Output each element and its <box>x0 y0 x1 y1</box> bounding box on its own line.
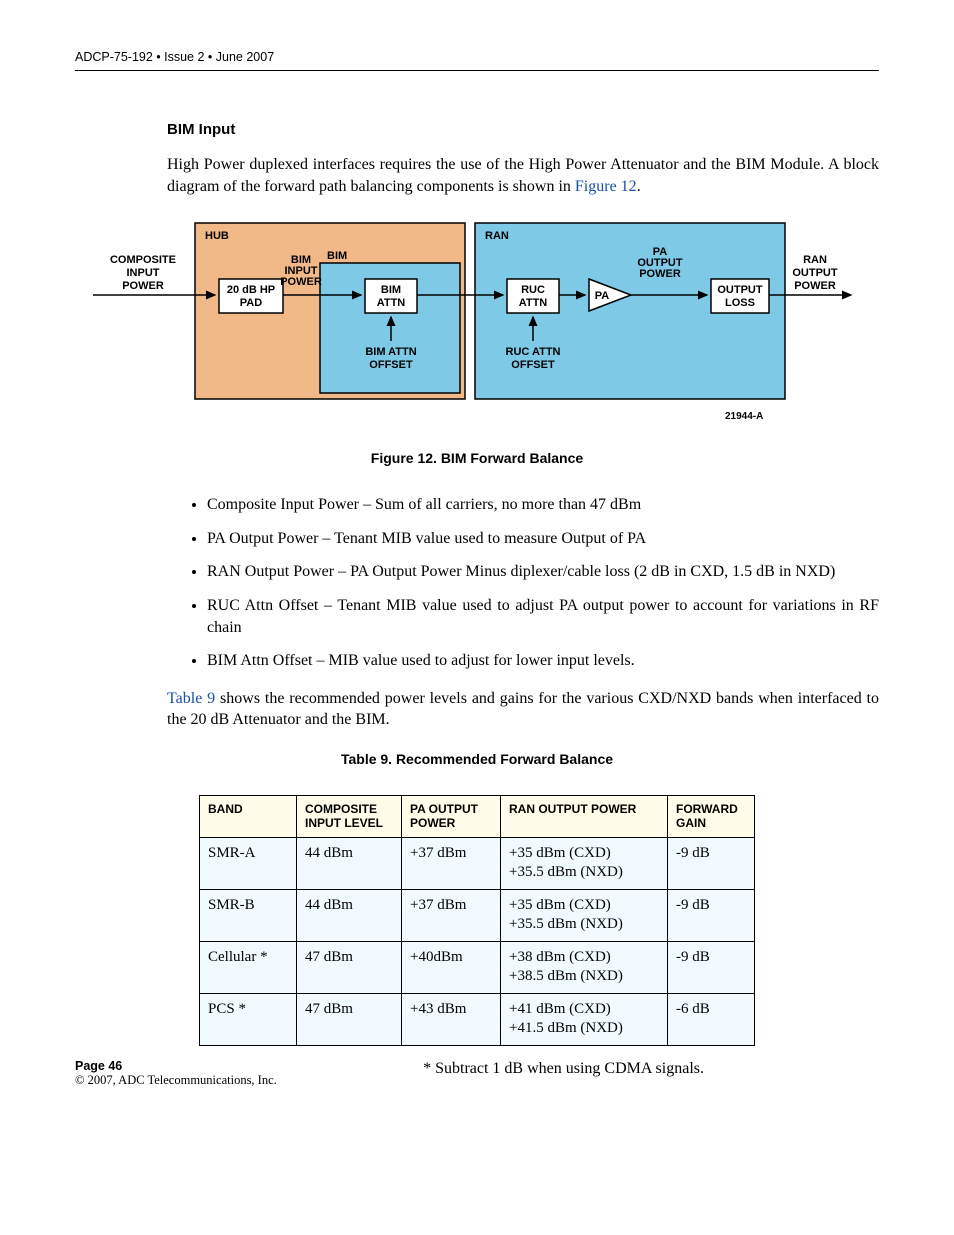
th-band: BAND <box>200 795 297 837</box>
label-ran: RAN <box>485 230 509 242</box>
table-cell: +37 dBm <box>402 837 501 889</box>
table-cell: +38 dBm (CXD)+38.5 dBm (NXD) <box>501 941 668 993</box>
th-composite: COMPOSITE INPUT LEVEL <box>297 795 402 837</box>
label-out-loss1: OUTPUT <box>717 284 763 296</box>
th-pa-output: PA OUTPUT POWER <box>402 795 501 837</box>
label-pad1: 20 dB HP <box>227 284 275 296</box>
list-item: Composite Input Power – Sum of all carri… <box>207 494 879 516</box>
table-cell: +37 dBm <box>402 889 501 941</box>
label-bim-input3: POWER <box>280 276 322 288</box>
table-row: PCS *47 dBm+43 dBm+41 dBm (CXD)+41.5 dBm… <box>200 993 755 1045</box>
intro-text-after: . <box>637 178 641 195</box>
th-ran-output: RAN OUTPUT POWER <box>501 795 668 837</box>
table-cell: -6 dB <box>668 993 755 1045</box>
running-header: ADCP-75-192 • Issue 2 • June 2007 <box>75 50 879 71</box>
table-cell: 47 dBm <box>297 993 402 1045</box>
table-cell: -9 dB <box>668 941 755 993</box>
link-figure-12[interactable]: Figure 12 <box>575 178 637 195</box>
table-caption: Table 9. Recommended Forward Balance <box>75 751 879 767</box>
label-power: POWER <box>122 280 164 292</box>
label-pa: PA <box>595 290 610 302</box>
table-recommended-forward-balance: BAND COMPOSITE INPUT LEVEL PA OUTPUT POW… <box>199 795 755 1046</box>
label-hub: HUB <box>205 230 229 242</box>
intro-text-before: High Power duplexed interfaces requires … <box>167 156 879 195</box>
table-row: SMR-A44 dBm+37 dBm+35 dBm (CXD)+35.5 dBm… <box>200 837 755 889</box>
list-item: BIM Attn Offset – MIB value used to adju… <box>207 650 879 672</box>
label-ran-out2: OUTPUT <box>792 267 838 279</box>
table-cell: 44 dBm <box>297 837 402 889</box>
table-cell: +35 dBm (CXD)+35.5 dBm (NXD) <box>501 889 668 941</box>
label-ruc-off1: RUC ATTN <box>506 346 561 358</box>
table-cell: SMR-B <box>200 889 297 941</box>
page-footer: Page 46 © 2007, ADC Telecommunications, … <box>75 1059 277 1088</box>
label-ruc-attn1: RUC <box>521 284 545 296</box>
table-cell: -9 dB <box>668 837 755 889</box>
link-table-9[interactable]: Table 9 <box>167 690 215 707</box>
label-out-loss2: LOSS <box>725 297 755 309</box>
label-ran-out1: RAN <box>803 254 827 266</box>
intro-paragraph: High Power duplexed interfaces requires … <box>167 154 879 197</box>
list-item: PA Output Power – Tenant MIB value used … <box>207 528 879 550</box>
para-table-intro: Table 9 shows the recommended power leve… <box>167 688 879 731</box>
para2-text: shows the recommended power levels and g… <box>167 690 879 729</box>
label-composite: COMPOSITE <box>110 254 176 266</box>
bullet-list: Composite Input Power – Sum of all carri… <box>167 494 879 672</box>
label-pa-out3: POWER <box>639 268 681 280</box>
table-cell: -9 dB <box>668 889 755 941</box>
table-cell: SMR-A <box>200 837 297 889</box>
figure-id: 21944-A <box>725 411 763 422</box>
label-bim-off1: BIM ATTN <box>365 346 416 358</box>
th-forward-gain: FORWARD GAIN <box>668 795 755 837</box>
table-cell: +43 dBm <box>402 993 501 1045</box>
table-cell: 44 dBm <box>297 889 402 941</box>
list-item: RAN Output Power – PA Output Power Minus… <box>207 561 879 583</box>
table-cell: +35 dBm (CXD)+35.5 dBm (NXD) <box>501 837 668 889</box>
label-bim-attn1: BIM <box>381 284 401 296</box>
page-number: Page 46 <box>75 1059 277 1073</box>
label-bim-off2: OFFSET <box>369 359 413 371</box>
table-cell: PCS * <box>200 993 297 1045</box>
table-cell: +40dBm <box>402 941 501 993</box>
table-row: Cellular *47 dBm+40dBm+38 dBm (CXD)+38.5… <box>200 941 755 993</box>
section-title: BIM Input <box>167 121 879 138</box>
table-cell: Cellular * <box>200 941 297 993</box>
label-pad2: PAD <box>240 297 262 309</box>
block-diagram: HUB RAN BIM COMPOSITE INPUT POWER 20 dB … <box>75 215 879 430</box>
label-ruc-off2: OFFSET <box>511 359 555 371</box>
label-bim-group: BIM <box>327 250 347 262</box>
table-row: SMR-B44 dBm+37 dBm+35 dBm (CXD)+35.5 dBm… <box>200 889 755 941</box>
copyright: © 2007, ADC Telecommunications, Inc. <box>75 1073 277 1088</box>
list-item: RUC Attn Offset – Tenant MIB value used … <box>207 595 879 638</box>
label-ran-out3: POWER <box>794 280 836 292</box>
label-bim-attn2: ATTN <box>377 297 406 309</box>
figure-caption: Figure 12. BIM Forward Balance <box>75 450 879 466</box>
table-cell: 47 dBm <box>297 941 402 993</box>
table-cell: +41 dBm (CXD)+41.5 dBm (NXD) <box>501 993 668 1045</box>
label-ruc-attn2: ATTN <box>519 297 548 309</box>
label-input: INPUT <box>127 267 160 279</box>
